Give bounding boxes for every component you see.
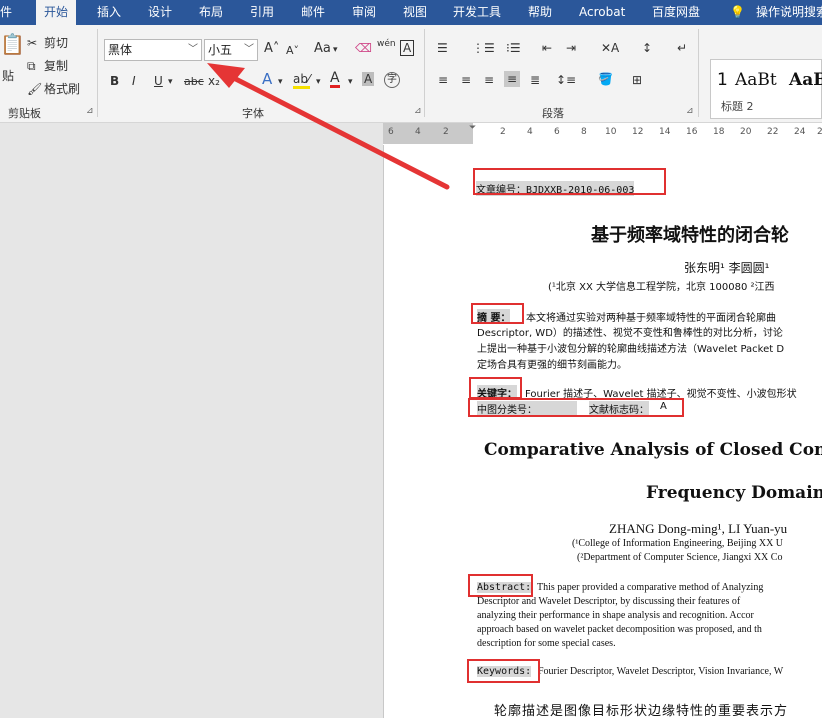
arrow-shaft	[219, 69, 450, 190]
arrow-head-icon	[207, 63, 245, 88]
annotation-arrow	[207, 63, 450, 190]
